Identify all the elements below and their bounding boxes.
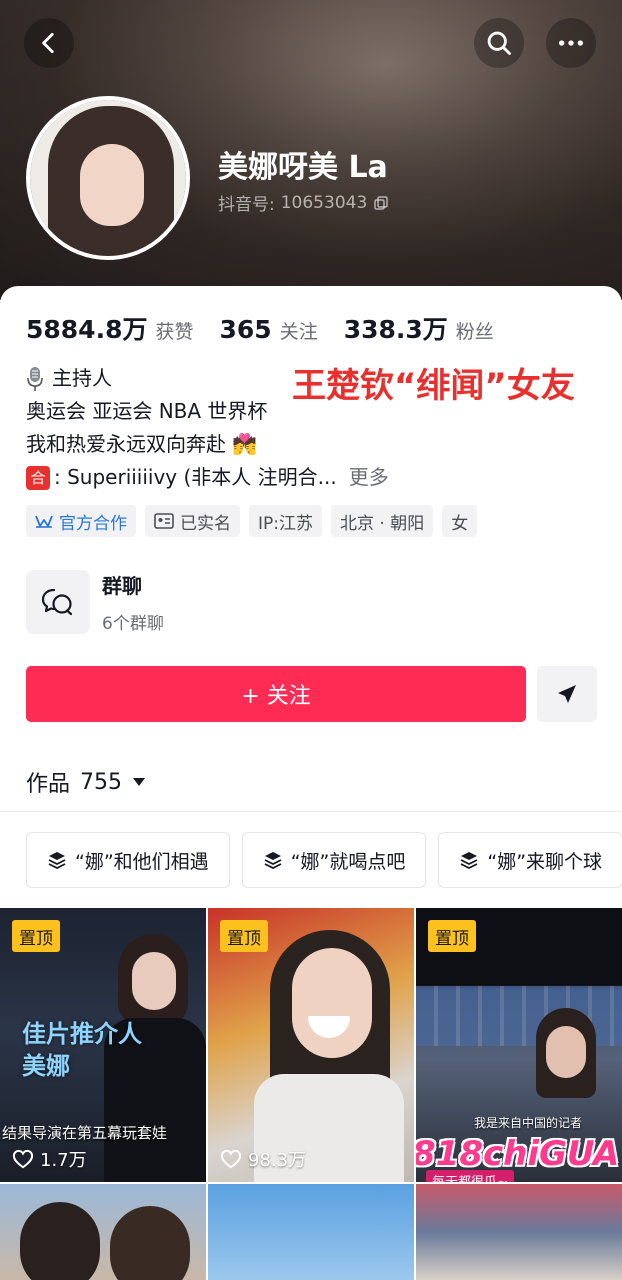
works-count: 755 bbox=[80, 769, 123, 795]
tag-verified[interactable]: 已实名 bbox=[145, 505, 240, 537]
video-likes-count: 1.7万 bbox=[40, 1150, 87, 1171]
group-chat-title: 群聊 bbox=[102, 574, 142, 598]
video-likes: 1.7万 bbox=[12, 1146, 87, 1172]
video-tile[interactable] bbox=[208, 1184, 414, 1280]
chevron-left-icon bbox=[42, 32, 54, 54]
caret-down-icon bbox=[133, 778, 146, 786]
tag-label: 已实名 bbox=[180, 513, 231, 534]
video-subtitle: 结果导演在第五幕玩套娃 bbox=[2, 1124, 168, 1142]
video-caption-line: 佳片推介人 bbox=[22, 1020, 142, 1048]
handshake-icon bbox=[35, 515, 53, 528]
follow-button[interactable]: + 关注 bbox=[26, 666, 526, 722]
microphone-icon bbox=[27, 366, 43, 391]
video-tile[interactable] bbox=[416, 1184, 622, 1280]
cooperation-badge-icon: 合 bbox=[26, 465, 50, 490]
watermark-logo: 818chiGUA bbox=[416, 1134, 620, 1174]
video-likes: 98.3万 bbox=[220, 1146, 306, 1172]
collection-chip[interactable]: “娜”和他们相遇 bbox=[26, 832, 230, 888]
group-chat-text: 群聊 6个群聊 bbox=[102, 570, 164, 634]
tag-official-cooperation[interactable]: 官方合作 bbox=[26, 505, 136, 537]
send-icon bbox=[558, 685, 576, 703]
id-card-icon bbox=[154, 513, 174, 529]
stats-row: 5884.8万 获赞 365 关注 338.3万 粉丝 bbox=[26, 310, 520, 346]
tag-label: IP:江苏 bbox=[258, 513, 313, 534]
layers-icon bbox=[48, 852, 66, 870]
bio-title: 主持人 bbox=[52, 366, 112, 390]
tag-label: 官方合作 bbox=[59, 513, 127, 534]
tag-label: 北京 · 朝阳 bbox=[340, 513, 425, 534]
search-button[interactable] bbox=[474, 18, 524, 68]
tag-label: 女 bbox=[451, 513, 469, 534]
bio-line-2: 奥运会 亚运会 NBA 世界杯 bbox=[26, 399, 268, 423]
video-overlay-text: 我是来自中国的记者 bbox=[474, 1116, 583, 1130]
video-tile[interactable]: 置顶 佳片推介人 美娜 结果导演在第五幕玩套娃 1.7万 bbox=[0, 908, 206, 1182]
bio-line-3: 我和热爱永远双向奔赴 💏 bbox=[26, 428, 426, 461]
kiss-emoji-icon: 💏 bbox=[232, 432, 257, 456]
collection-label: “娜”来聊个球 bbox=[487, 850, 603, 873]
bio-line-1: 主持人 bbox=[26, 362, 426, 395]
works-tab-label: 作品 bbox=[26, 772, 71, 797]
bio-line-4[interactable]: 合 : Superiiiiivy (非本人 注明合... 更多 bbox=[26, 461, 426, 494]
collection-chip[interactable]: “娜”就喝点吧 bbox=[241, 832, 427, 888]
video-tile[interactable]: 置顶 98.3万 bbox=[208, 908, 414, 1182]
share-button[interactable] bbox=[537, 666, 597, 722]
collection-label: “娜”和他们相遇 bbox=[75, 850, 209, 873]
avatar[interactable] bbox=[26, 96, 190, 260]
more-dots-icon bbox=[558, 40, 584, 46]
likes-label: 获赞 bbox=[155, 321, 194, 343]
video-tile[interactable]: 置顶 我是来自中国的记者 818chiGUA 每天都很瓜~ bbox=[416, 908, 622, 1182]
bio: 主持人 奥运会 亚运会 NBA 世界杯 我和热爱永远双向奔赴 💏 合 : Sup… bbox=[26, 362, 426, 494]
douyin-id-value: 10653043 bbox=[280, 192, 368, 213]
likes-count[interactable]: 5884.8万 bbox=[26, 310, 147, 346]
pinned-badge: 置顶 bbox=[12, 920, 60, 952]
collections-row: “娜”和他们相遇 “娜”就喝点吧 “娜”来聊个球 bbox=[26, 832, 622, 888]
douyin-id[interactable]: 抖音号: 10653043 bbox=[218, 190, 389, 215]
watermark-logo-sub: 每天都很瓜~ bbox=[426, 1170, 514, 1182]
group-chat-entry[interactable]: 群聊 6个群聊 bbox=[26, 570, 164, 634]
collection-chip[interactable]: “娜”来聊个球 bbox=[438, 832, 622, 888]
display-name: 美娜呀美 La bbox=[218, 150, 388, 185]
video-tile[interactable] bbox=[0, 1184, 206, 1280]
douyin-id-label: 抖音号: bbox=[218, 195, 275, 215]
tag-ip: IP:江苏 bbox=[249, 505, 322, 537]
video-caption-line: 美娜 bbox=[22, 1052, 70, 1080]
works-tab[interactable]: 作品 755 bbox=[26, 766, 146, 798]
group-chat-icon bbox=[26, 570, 90, 634]
group-chat-subtitle: 6个群聊 bbox=[102, 614, 164, 634]
video-grid: 置顶 佳片推介人 美娜 结果导演在第五幕玩套娃 1.7万 置顶 98.3万 置顶… bbox=[0, 908, 622, 1280]
heart-icon bbox=[12, 1149, 34, 1169]
bio-motto: 我和热爱永远双向奔赴 bbox=[26, 432, 226, 456]
followers-count[interactable]: 338.3万 bbox=[344, 310, 448, 346]
more-button[interactable] bbox=[546, 18, 596, 68]
bio-contact: : Superiiiiivy (非本人 注明合... bbox=[54, 465, 337, 489]
video-caption: 佳片推介人 美娜 bbox=[22, 1018, 142, 1082]
tag-gender: 女 bbox=[442, 505, 478, 537]
search-icon bbox=[487, 31, 511, 55]
profile-tags: 官方合作 已实名 IP:江苏 北京 · 朝阳 女 bbox=[26, 505, 478, 537]
following-count[interactable]: 365 bbox=[220, 315, 272, 344]
profile-card: 5884.8万 获赞 365 关注 338.3万 粉丝 王楚钦“绯闻”女友 主持… bbox=[0, 286, 622, 1280]
collection-label: “娜”就喝点吧 bbox=[290, 850, 406, 873]
pinned-badge: 置顶 bbox=[220, 920, 268, 952]
back-button[interactable] bbox=[24, 18, 74, 68]
copy-icon[interactable] bbox=[373, 195, 389, 211]
layers-icon bbox=[460, 852, 478, 870]
tag-location: 北京 · 朝阳 bbox=[331, 505, 434, 537]
layers-icon bbox=[264, 852, 282, 870]
followers-label: 粉丝 bbox=[455, 321, 494, 343]
pinned-badge: 置顶 bbox=[428, 920, 476, 952]
following-label: 关注 bbox=[279, 321, 318, 343]
heart-icon bbox=[220, 1149, 242, 1169]
video-likes-count: 98.3万 bbox=[248, 1150, 307, 1171]
tab-divider bbox=[0, 811, 622, 812]
bio-more-link[interactable]: 更多 bbox=[349, 461, 389, 494]
